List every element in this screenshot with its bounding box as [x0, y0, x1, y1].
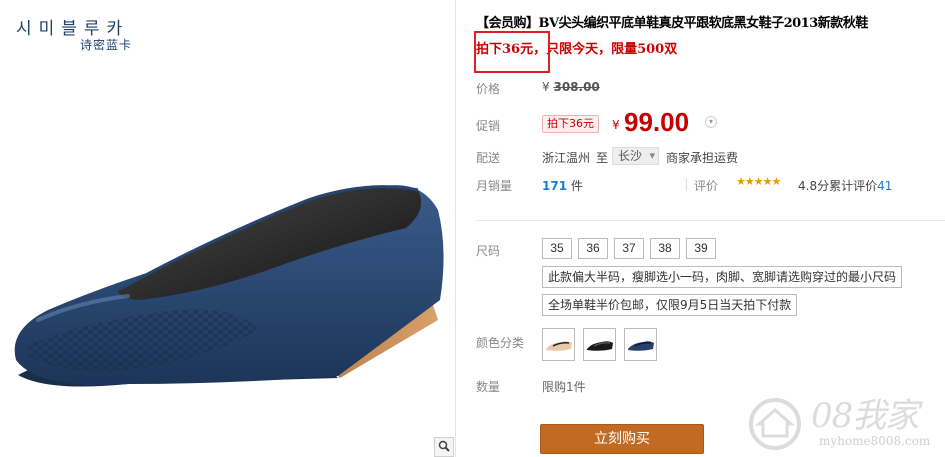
purchase-limit: 限购1件 — [542, 380, 586, 394]
magnifier-icon — [438, 440, 450, 455]
black-shoe-thumbnail — [586, 340, 613, 351]
size-option-35[interactable]: 35 — [542, 238, 572, 259]
product-title: 【会员购】BV尖头编织平底单鞋真皮平跟软底黑女鞋子2013新款秋鞋 — [476, 16, 868, 31]
size-tip-option[interactable]: 此款偏大半码，瘦脚选小一码，肉脚、宽脚请选购穿过的最小尺码 — [542, 266, 903, 288]
monthly-sales: 171 件 — [542, 177, 583, 194]
monthly-sales-count: 171 — [542, 179, 568, 193]
section-divider — [476, 220, 945, 221]
review-count[interactable]: 41 — [877, 179, 892, 193]
beige-shoe-thumbnail — [545, 340, 572, 351]
size-option-38[interactable]: 38 — [650, 238, 680, 259]
current-price-currency: ¥ — [612, 118, 620, 132]
monthly-sales-unit: 件 — [570, 179, 583, 193]
navy-shoe-thumbnail — [627, 340, 654, 351]
original-price-value: 308.00 — [553, 80, 600, 94]
monthly-sales-label: 月销量 — [476, 179, 513, 193]
chevron-down-icon[interactable]: ▾ — [705, 116, 717, 128]
city-select[interactable]: 长沙 — [612, 147, 660, 165]
size-option-39[interactable]: 39 — [686, 238, 716, 259]
watermark-text: 08我家 — [811, 396, 919, 436]
color-swatch-navy[interactable] — [624, 328, 657, 361]
promo-tip-option[interactable]: 全场单鞋半价包邮，仅限9月5日当天拍下付款 — [542, 294, 798, 316]
product-main-image[interactable] — [8, 170, 448, 400]
color-options — [542, 328, 657, 361]
watermark: 08我家 myhome8008.com — [745, 388, 945, 457]
original-price: ¥ 308.00 — [542, 80, 600, 94]
size-option-36[interactable]: 36 — [578, 238, 608, 259]
review-label: 评价 — [694, 179, 719, 193]
promo-highlight-box — [474, 31, 550, 73]
color-swatch-beige[interactable] — [542, 328, 575, 361]
ship-to-word: 至 — [596, 151, 609, 165]
shipping-note: 商家承担运费 — [666, 151, 739, 165]
buy-now-button[interactable]: 立刻购买 — [540, 424, 704, 454]
shipping-label: 配送 — [476, 151, 501, 165]
promo-label: 促销 — [476, 119, 501, 133]
size-label: 尺码 — [476, 244, 501, 258]
rating-text: 4.8分累计评价 — [798, 179, 878, 193]
watermark-url: myhome8008.com — [819, 434, 931, 448]
rating-stars: ★★★★★ — [736, 175, 781, 188]
size-option-37[interactable]: 37 — [614, 238, 644, 259]
size-options: 35 36 37 38 39 — [542, 238, 716, 259]
promo-badge: 拍下36元 — [542, 115, 599, 133]
quantity-label: 数量 — [476, 380, 501, 394]
product-image-panel: 시미블루카 诗密蓝卡 — [0, 0, 456, 457]
color-label: 颜色分类 — [476, 336, 525, 350]
ship-from: 浙江温州 — [542, 151, 591, 165]
current-price: 99.00 — [624, 107, 690, 137]
house-icon — [749, 398, 801, 450]
review-summary[interactable]: 4.8分累计评价41 — [798, 177, 892, 194]
original-price-currency: ¥ — [542, 80, 550, 94]
price-label: 价格 — [476, 82, 501, 96]
zoom-button[interactable] — [434, 437, 454, 457]
brand-logo-chinese: 诗密蓝卡 — [80, 38, 133, 52]
brand-logo: 시미블루카 诗密蓝卡 — [16, 14, 131, 52]
divider — [686, 178, 687, 191]
color-swatch-black[interactable] — [583, 328, 616, 361]
